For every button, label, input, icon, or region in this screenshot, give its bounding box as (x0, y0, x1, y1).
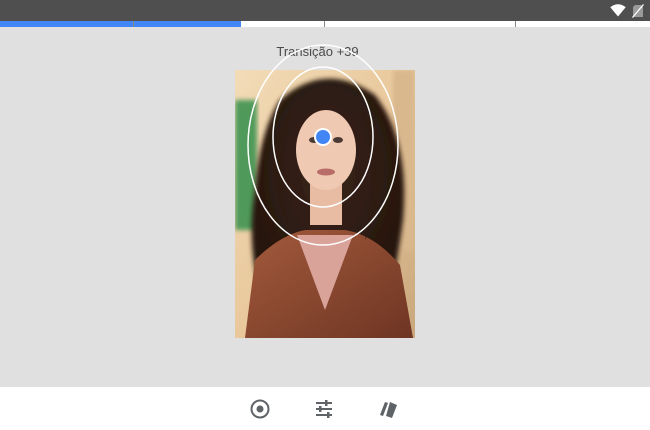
wifi-icon (610, 4, 626, 17)
status-icons (610, 3, 644, 18)
adjustment-progress-fill (0, 21, 241, 27)
control-point-button[interactable] (246, 395, 274, 423)
control-point-icon (250, 399, 270, 419)
editor-screen: Transição +39 (0, 0, 650, 430)
tune-button[interactable] (310, 395, 338, 423)
bottom-toolbar (0, 387, 650, 430)
progress-divider (324, 21, 325, 27)
parameter-label: Transição +39 (276, 44, 359, 59)
no-sim-icon (632, 3, 644, 18)
photo-image (235, 70, 415, 338)
style-brush-icon (380, 402, 397, 418)
portrait-photo[interactable] (235, 70, 415, 338)
tune-sliders-icon (316, 400, 332, 418)
adjustment-progress-bar (0, 21, 650, 27)
style-button[interactable] (374, 395, 402, 423)
center-point-handle[interactable] (314, 128, 332, 146)
status-bar (0, 0, 650, 21)
progress-divider (133, 21, 134, 27)
progress-divider (515, 21, 516, 27)
